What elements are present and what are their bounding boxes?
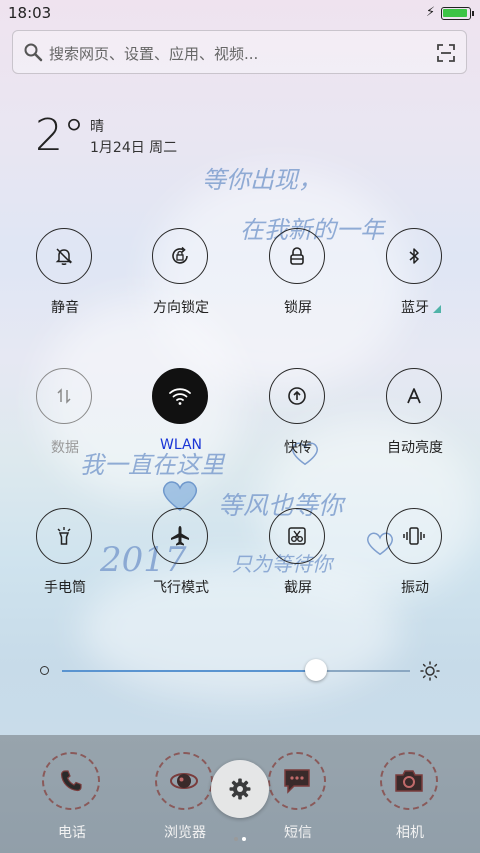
toggle-label: 数据 <box>51 440 79 456</box>
toggle-label: 截屏 <box>284 580 312 596</box>
battery-level <box>443 9 467 17</box>
toggle-lock-screen[interactable]: 锁屏 <box>248 228 348 328</box>
message-icon[interactable] <box>268 752 326 810</box>
more-settings-indicator-icon <box>433 305 441 313</box>
brightness-slider-thumb[interactable] <box>305 659 328 681</box>
browser-icon[interactable] <box>155 752 213 810</box>
toggle-label: 手电筒 <box>44 580 86 596</box>
brightness-high-icon <box>420 661 440 681</box>
toggle-vibrate[interactable]: 振动 <box>365 508 465 608</box>
phone-icon[interactable] <box>42 752 100 810</box>
brightness-slider-track[interactable] <box>62 670 410 672</box>
bell-off-icon <box>55 248 73 265</box>
auto-brightness-icon <box>407 388 421 404</box>
toggle-label: 快传 <box>284 440 312 456</box>
dock-app-label: 相机 <box>396 825 424 841</box>
toggle-circle[interactable] <box>36 228 92 284</box>
dock-app-phone[interactable]: 电话 <box>22 752 122 852</box>
message-glyph <box>284 769 310 794</box>
dock-app-label: 短信 <box>284 825 312 841</box>
toggle-circle[interactable] <box>269 368 325 424</box>
mobile-data-icon <box>57 388 71 404</box>
toggle-circle[interactable] <box>36 508 92 564</box>
toggle-mute[interactable]: 静音 <box>15 228 115 328</box>
toggle-screenshot[interactable]: 截屏 <box>248 508 348 608</box>
toggle-circle[interactable] <box>386 368 442 424</box>
wallpaper-text: 等你出现， <box>202 166 322 194</box>
toggle-label: 自动亮度 <box>387 440 443 456</box>
lock-icon <box>290 247 304 265</box>
screenshot-icon <box>288 527 306 545</box>
toggle-label: 静音 <box>51 300 79 316</box>
search-bar[interactable]: 搜索网页、设置、应用、视频... <box>12 30 467 74</box>
settings-button[interactable] <box>211 760 269 818</box>
camera-glyph <box>395 770 423 792</box>
bluetooth-icon <box>409 248 419 264</box>
toggle-circle[interactable] <box>386 508 442 564</box>
toggle-label: 锁屏 <box>284 300 312 316</box>
battery-tip <box>472 11 474 16</box>
page-dot-active <box>242 837 246 841</box>
status-bar: 18:03 ⚡ <box>0 0 480 28</box>
bolt-icon: ⚡ <box>426 5 436 20</box>
toggle-circle[interactable] <box>152 368 208 424</box>
toggle-circle[interactable] <box>386 228 442 284</box>
brightness-slider-fill <box>62 670 317 672</box>
wallpaper-cloud <box>80 560 400 700</box>
toggle-circle[interactable] <box>152 228 208 284</box>
toggle-circle[interactable] <box>269 228 325 284</box>
dock-app-label: 浏览器 <box>164 825 206 841</box>
toggle-auto-brightness[interactable]: 自动亮度 <box>365 368 465 468</box>
weather-date: 1月24日 周二 <box>90 140 178 156</box>
toggle-quick-share[interactable]: 快传 <box>248 368 348 468</box>
toggle-circle[interactable] <box>269 508 325 564</box>
toggle-label: 振动 <box>401 580 429 596</box>
toggle-mobile-data[interactable]: 数据 <box>15 368 115 468</box>
quick-share-icon <box>288 387 306 405</box>
flashlight-icon <box>57 527 71 545</box>
dock-app-label: 电话 <box>58 825 86 841</box>
toggle-label: 方向锁定 <box>153 300 209 316</box>
brightness-low-icon <box>40 666 49 675</box>
airplane-icon <box>171 526 189 546</box>
toggle-airplane-mode[interactable]: 飞行模式 <box>131 508 231 608</box>
search-placeholder: 搜索网页、设置、应用、视频... <box>49 45 259 63</box>
weather-temperature: 2° <box>35 110 85 161</box>
battery-icon <box>441 7 474 20</box>
status-time: 18:03 <box>8 4 52 22</box>
dock-app-camera[interactable]: 相机 <box>360 752 460 852</box>
rotation-lock-icon <box>172 246 188 264</box>
page-dot <box>234 837 238 841</box>
camera-icon[interactable] <box>380 752 438 810</box>
scan-icon[interactable] <box>436 43 456 63</box>
browser-glyph <box>170 773 198 789</box>
vibrate-icon <box>403 527 425 545</box>
phone-glyph <box>60 770 82 792</box>
toggle-bluetooth[interactable]: 蓝牙 <box>365 228 465 328</box>
weather-condition: 晴 <box>90 119 104 135</box>
toggle-wlan[interactable]: WLAN <box>131 368 231 468</box>
toggle-flashlight[interactable]: 手电筒 <box>15 508 115 608</box>
wifi-icon <box>169 388 191 405</box>
toggle-circle[interactable] <box>36 368 92 424</box>
page-indicator <box>232 826 248 845</box>
toggle-circle[interactable] <box>152 508 208 564</box>
toggle-label: WLAN <box>159 437 202 453</box>
gear-icon <box>229 778 251 800</box>
toggle-label: 飞行模式 <box>153 580 209 596</box>
search-icon <box>24 43 43 62</box>
toggle-rotation-lock[interactable]: 方向锁定 <box>131 228 231 328</box>
toggle-label: 蓝牙 <box>401 300 429 316</box>
wallpaper-heart-icon <box>162 481 198 511</box>
